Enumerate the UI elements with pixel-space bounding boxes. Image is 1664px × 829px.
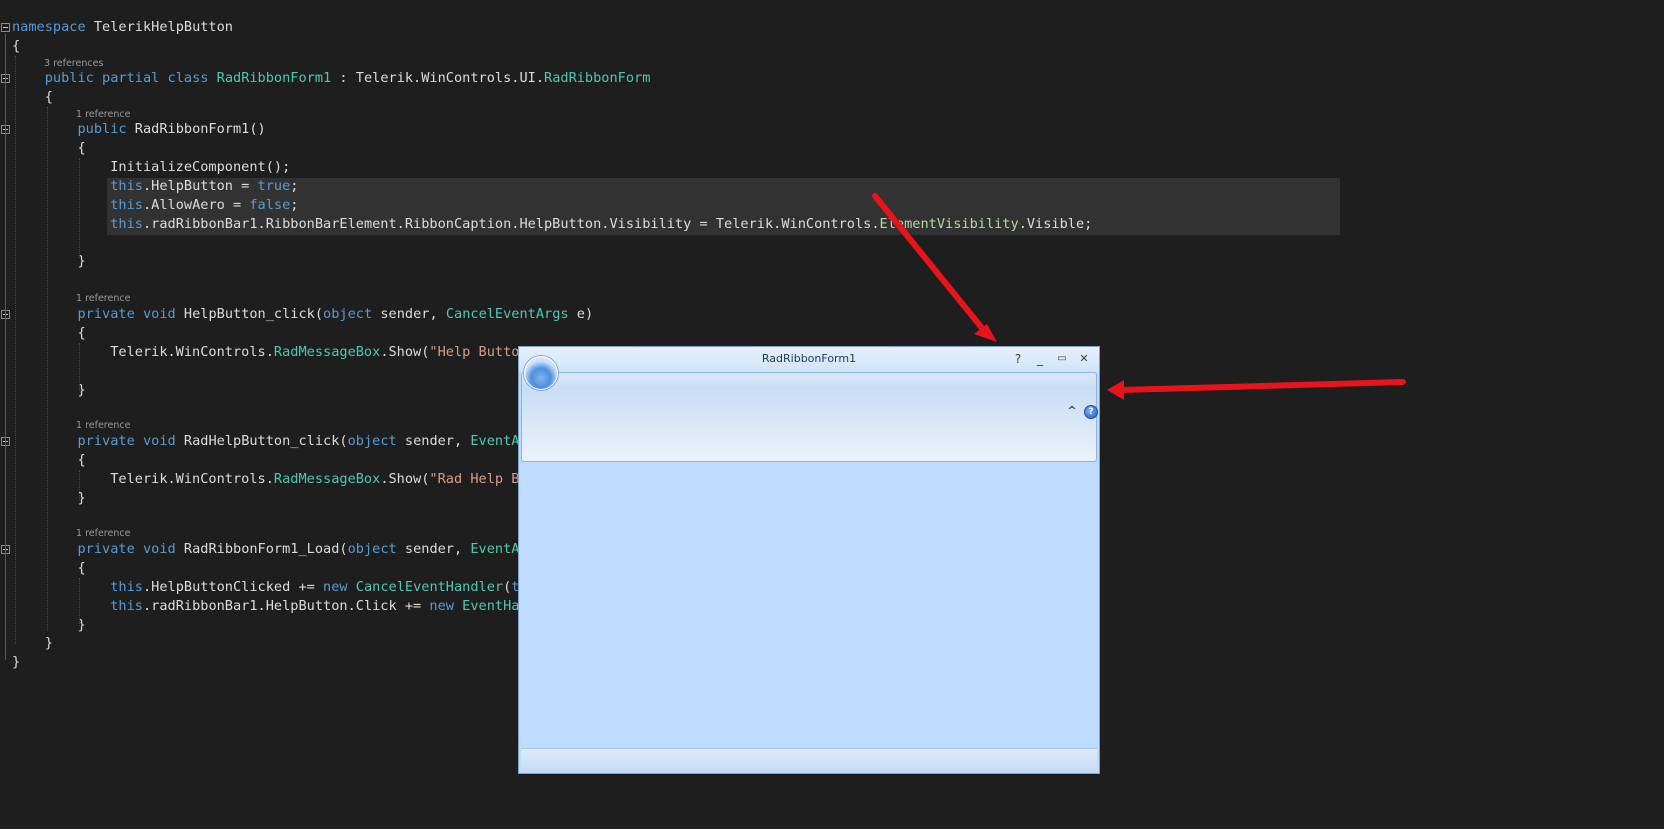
annotation-arrows [872, 193, 1406, 400]
arrow-to-caption-help [872, 193, 997, 342]
arrow-to-ribbon-help [1107, 379, 1406, 400]
